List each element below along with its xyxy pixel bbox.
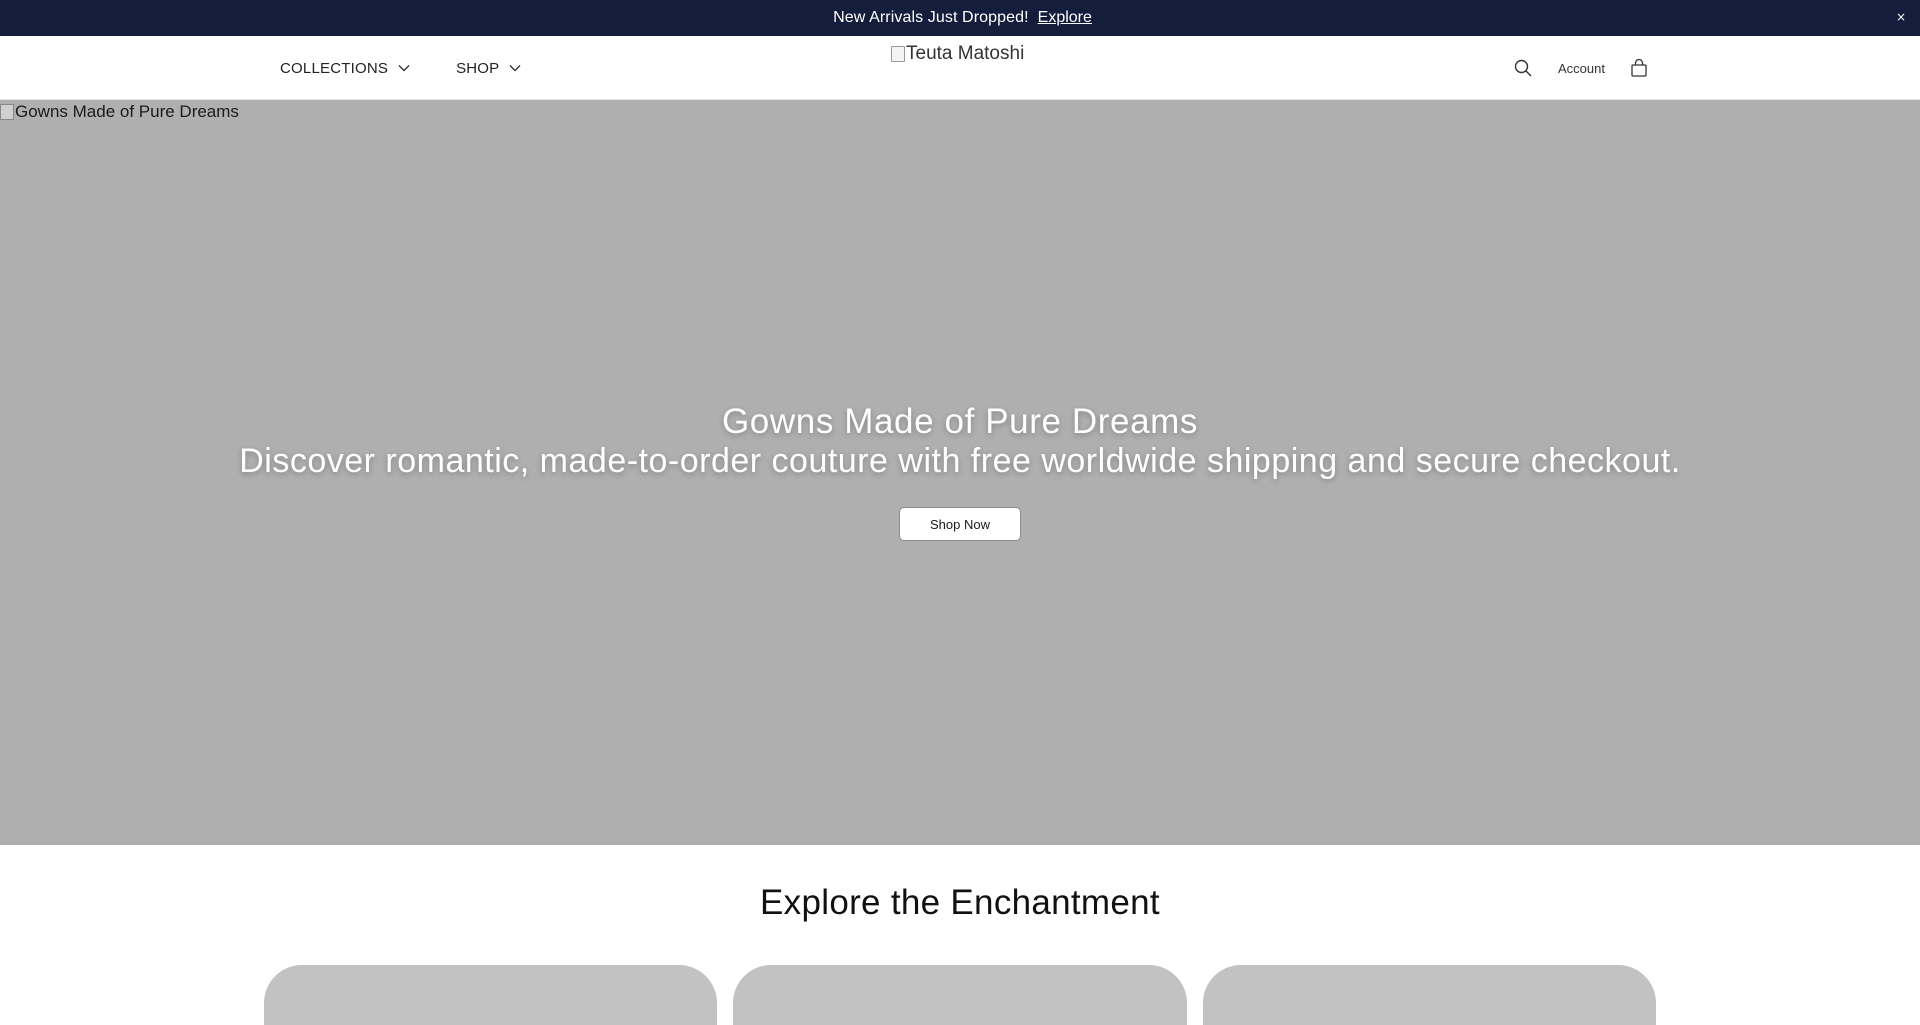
collection-card[interactable] — [733, 965, 1187, 1025]
close-icon[interactable]: × — [1896, 10, 1906, 24]
hero-subtitle: Discover romantic, made-to-order couture… — [239, 442, 1681, 480]
site-header: COLLECTIONS SHOP Teuta Matoshi Account — [0, 36, 1920, 100]
bag-icon[interactable] — [1631, 59, 1647, 77]
logo-alt-text: Teuta Matoshi — [906, 43, 1025, 64]
chevron-down-icon — [398, 65, 410, 72]
header-actions: Account — [1514, 36, 1647, 100]
broken-image-icon — [891, 46, 905, 62]
chevron-down-icon — [509, 65, 521, 72]
hero-banner: Gowns Made of Pure Dreams Gowns Made of … — [0, 100, 1920, 845]
hero-image: Gowns Made of Pure Dreams — [0, 102, 239, 122]
hero-image-alt-text: Gowns Made of Pure Dreams — [15, 102, 239, 121]
explore-section-title: Explore the Enchantment — [760, 883, 1160, 922]
search-icon[interactable] — [1514, 59, 1532, 77]
site-logo[interactable]: Teuta Matoshi — [891, 43, 1024, 65]
announcement-explore-link[interactable]: Explore — [1038, 9, 1092, 27]
shop-now-button[interactable]: Shop Now — [899, 507, 1021, 541]
nav-item-label: COLLECTIONS — [280, 59, 389, 77]
collection-card[interactable] — [264, 965, 717, 1025]
announcement-message: New Arrivals Just Dropped! — [833, 9, 1029, 26]
account-link[interactable]: Account — [1558, 61, 1605, 76]
nav-item-shop[interactable]: SHOP — [456, 60, 521, 77]
nav-item-label: SHOP — [456, 59, 500, 77]
broken-image-icon — [0, 104, 14, 120]
nav-item-collections[interactable]: COLLECTIONS — [280, 60, 410, 77]
collection-card[interactable] — [1203, 965, 1656, 1025]
announcement-bar: New Arrivals Just Dropped! Explore × — [0, 0, 1920, 36]
hero-title: Gowns Made of Pure Dreams — [721, 402, 1198, 441]
main-nav: COLLECTIONS SHOP — [280, 36, 567, 100]
